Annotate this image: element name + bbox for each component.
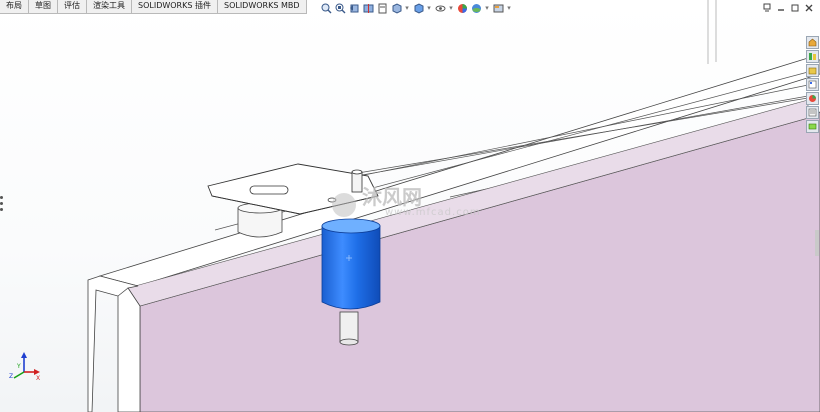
- watermark-logo: [332, 193, 356, 217]
- close-icon[interactable]: [803, 2, 814, 13]
- previous-view-icon[interactable]: [348, 2, 360, 14]
- maximize-icon[interactable]: [789, 2, 800, 13]
- handle-dot: [0, 196, 3, 199]
- tab-evaluate[interactable]: 评估: [58, 0, 87, 13]
- tab-sketch[interactable]: 草图: [29, 0, 58, 13]
- zoom-area-icon[interactable]: [334, 2, 346, 14]
- handle-dot: [0, 208, 3, 211]
- apply-scene-icon[interactable]: [470, 2, 482, 14]
- graphics-scroll-handle[interactable]: [815, 230, 819, 256]
- tab-layout[interactable]: 布局: [0, 0, 29, 13]
- frame-corner: [87, 275, 141, 412]
- svg-text:X: X: [36, 375, 40, 382]
- handle-dot: [0, 202, 3, 205]
- hide-show-items-icon[interactable]: [434, 2, 446, 14]
- design-library-icon[interactable]: [806, 50, 819, 63]
- svg-text:Z: Z: [9, 373, 13, 380]
- dynamic-annotation-icon[interactable]: [376, 2, 388, 14]
- dropdown-arrow-icon[interactable]: ▾: [506, 2, 512, 14]
- feature-manager-collapse-handle[interactable]: [0, 196, 4, 211]
- window-controls: [761, 2, 814, 13]
- graphics-area[interactable]: 沐风网 Y X Z: [0, 0, 820, 412]
- watermark-logo-text: 沐风网: [362, 185, 422, 209]
- dropdown-arrow-icon[interactable]: ▾: [426, 2, 432, 14]
- view-palette-icon[interactable]: [806, 78, 819, 91]
- tab-solidworks-addins[interactable]: SOLIDWORKS 插件: [132, 0, 218, 13]
- edit-appearance-icon[interactable]: [456, 2, 468, 14]
- watermark-url: www.mfcad.com: [385, 207, 481, 218]
- minimize-icon[interactable]: [775, 2, 786, 13]
- custom-properties-green-icon[interactable]: [806, 120, 819, 133]
- dropdown-arrow-icon[interactable]: ▾: [448, 2, 454, 14]
- dropdown-arrow-icon[interactable]: ▾: [484, 2, 490, 14]
- solidworks-window: 沐风网 Y X Z www.mfcad.com 布局 草图 评估 渲染工具 SO…: [0, 0, 820, 412]
- view-settings-icon[interactable]: [492, 2, 504, 14]
- svg-text:Y: Y: [16, 363, 21, 370]
- task-pane-tabs: [806, 36, 820, 133]
- section-view-icon[interactable]: [362, 2, 374, 14]
- display-style-icon[interactable]: [412, 2, 424, 14]
- dropdown-arrow-icon[interactable]: ▾: [404, 2, 410, 14]
- command-manager-tabs: 布局 草图 评估 渲染工具 SOLIDWORKS 插件 SOLIDWORKS M…: [0, 0, 307, 14]
- zoom-to-fit-icon[interactable]: [320, 2, 332, 14]
- tab-solidworks-mbd[interactable]: SOLIDWORKS MBD: [218, 0, 307, 13]
- restore-icon[interactable]: [761, 2, 772, 13]
- view-orientation-icon[interactable]: [390, 2, 402, 14]
- piston-rod: [339, 311, 359, 343]
- heads-up-view-toolbar: ▾ ▾ ▾ ▾ ▾: [320, 1, 512, 15]
- appearances-icon[interactable]: [806, 92, 819, 105]
- tab-render-tools[interactable]: 渲染工具: [87, 0, 132, 13]
- coordinate-triad: Y X Z: [9, 352, 40, 382]
- custom-properties-icon[interactable]: [806, 106, 819, 119]
- resources-icon[interactable]: [806, 36, 819, 49]
- file-explorer-icon[interactable]: [806, 64, 819, 77]
- blue-cylinder: [321, 225, 381, 310]
